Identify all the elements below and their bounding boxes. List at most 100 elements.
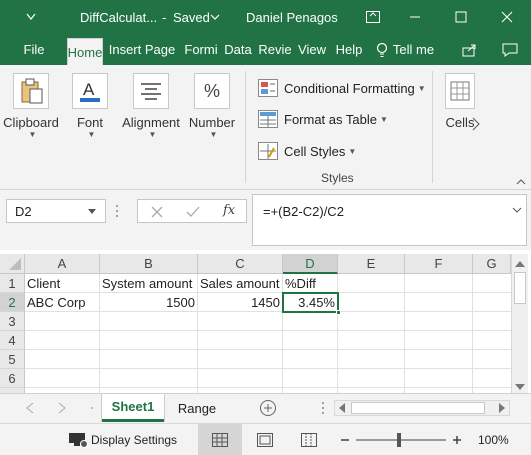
name-box[interactable]: D2	[6, 199, 106, 223]
ribbon-scroll-right-icon[interactable]	[471, 117, 481, 131]
scroll-up-icon[interactable]	[515, 261, 525, 267]
tab-review[interactable]: Revie	[258, 34, 292, 65]
zoom-level[interactable]: 100%	[478, 433, 509, 447]
display-settings-label: Display Settings	[91, 433, 178, 447]
vertical-scrollbar[interactable]	[511, 254, 528, 393]
add-sheet-icon[interactable]	[259, 399, 277, 417]
font-label: Font	[76, 115, 103, 130]
formula-actions: fx	[137, 199, 247, 223]
zoom-out-icon[interactable]	[340, 435, 350, 445]
column-header-f[interactable]: F	[405, 254, 473, 274]
page-break-view-button[interactable]	[294, 424, 324, 455]
user-name[interactable]: Daniel Penagos	[246, 0, 338, 34]
zoom-slider-thumb[interactable]	[397, 433, 401, 447]
chevron-down-icon[interactable]	[88, 209, 96, 215]
cell-c1[interactable]: Sales amount	[198, 274, 283, 293]
row-header-4[interactable]: 4	[0, 331, 25, 350]
scroll-down-icon[interactable]	[515, 384, 525, 390]
tab-home[interactable]: Home	[67, 38, 103, 65]
sheet-tab-range[interactable]: Range	[168, 394, 226, 422]
share-icon[interactable]	[458, 34, 482, 65]
font-button[interactable]: A Font ▼	[64, 73, 116, 139]
sheet-bar-splitter-icon[interactable]	[320, 400, 326, 416]
sheet-tabs-more-icon[interactable]	[88, 403, 96, 413]
tab-data[interactable]: Data	[224, 34, 252, 65]
cell-styles-button[interactable]: Cell Styles ▼	[258, 140, 356, 162]
column-header-d[interactable]: D	[283, 254, 338, 274]
page-layout-view-button[interactable]	[250, 424, 280, 455]
tab-file[interactable]: File	[20, 34, 48, 65]
minimize-icon[interactable]	[392, 0, 438, 34]
display-settings-button[interactable]: Display Settings	[68, 431, 177, 449]
cell-styles-label: Cell Styles	[284, 143, 346, 159]
cancel-icon[interactable]	[151, 206, 163, 218]
vertical-scroll-thumb[interactable]	[514, 272, 526, 304]
sheet-tab-sheet1[interactable]: Sheet1	[102, 394, 164, 422]
enter-check-icon[interactable]	[186, 206, 200, 218]
cell-a1[interactable]: Client	[25, 274, 100, 293]
insert-function-icon[interactable]: fx	[223, 203, 235, 218]
chevron-down-icon: ▼	[28, 130, 37, 139]
number-button[interactable]: % Number ▼	[187, 73, 237, 139]
expand-formula-bar-icon[interactable]	[512, 206, 522, 214]
ribbon-divider	[432, 71, 433, 183]
column-header-a[interactable]: A	[25, 254, 100, 274]
scroll-right-icon[interactable]	[499, 403, 505, 413]
select-all-corner[interactable]	[0, 254, 25, 274]
cell-b2[interactable]: 1500	[100, 293, 198, 312]
comments-icon[interactable]	[498, 34, 522, 65]
cell-a2[interactable]: ABC Corp	[25, 293, 100, 312]
normal-view-button[interactable]	[198, 424, 242, 455]
save-status-chevron-icon[interactable]	[208, 0, 222, 34]
horizontal-scroll-thumb[interactable]	[351, 402, 485, 414]
row-header-1[interactable]: 1	[0, 274, 25, 293]
row-header-3[interactable]: 3	[0, 312, 25, 331]
next-sheet-icon[interactable]	[58, 403, 66, 413]
collapse-ribbon-icon[interactable]	[516, 175, 526, 185]
tab-view[interactable]: View	[298, 34, 326, 65]
formula-bar-resize-handle[interactable]	[114, 202, 120, 220]
title-bar: DiffCalculat... - Saved Daniel Penagos	[0, 0, 531, 34]
tab-insert[interactable]: Insert	[108, 34, 142, 65]
clipboard-icon	[13, 73, 49, 109]
format-as-table-button[interactable]: Format as Table ▼	[258, 108, 388, 130]
column-header-g[interactable]: G	[473, 254, 511, 274]
maximize-icon[interactable]	[438, 0, 484, 34]
close-icon[interactable]	[484, 0, 530, 34]
formula-input[interactable]: =+(B2-C2)/C2	[252, 194, 527, 246]
previous-sheet-icon[interactable]	[26, 403, 34, 413]
worksheet-grid[interactable]: A B C D E F G 1 2 3 4 5 6 7 Client Syste…	[0, 250, 531, 393]
ribbon-display-options-icon[interactable]	[350, 0, 396, 34]
format-as-table-label: Format as Table	[284, 111, 377, 127]
column-header-e[interactable]: E	[338, 254, 405, 274]
fill-handle[interactable]	[336, 310, 341, 315]
cell-c2[interactable]: 1450	[198, 293, 283, 312]
row-header-5[interactable]: 5	[0, 350, 25, 369]
conditional-formatting-button[interactable]: Conditional Formatting ▼	[258, 77, 426, 99]
save-status: Saved	[173, 9, 210, 25]
styles-group-label: Styles	[321, 171, 354, 185]
zoom-in-icon[interactable]	[452, 435, 462, 445]
row-header-6[interactable]: 6	[0, 369, 25, 388]
alignment-button[interactable]: Alignment ▼	[118, 73, 184, 139]
chevron-down-icon: ▼	[209, 130, 218, 139]
zoom-slider[interactable]	[356, 433, 446, 447]
tab-formulas[interactable]: Formi	[184, 34, 218, 65]
tab-help[interactable]: Help	[334, 34, 364, 65]
scroll-left-icon[interactable]	[339, 403, 345, 413]
cell-b1[interactable]: System amount	[100, 274, 198, 293]
row-header-2[interactable]: 2	[0, 293, 25, 312]
quick-access-more-icon[interactable]	[16, 0, 46, 34]
clipboard-button[interactable]: Clipboard ▼	[3, 73, 59, 139]
column-header-c[interactable]: C	[198, 254, 283, 274]
chevron-down-icon: ▼	[417, 83, 426, 93]
font-color-icon: A	[72, 73, 108, 109]
tab-page-layout[interactable]: Page	[145, 34, 175, 65]
column-header-b[interactable]: B	[100, 254, 198, 274]
document-name[interactable]: DiffCalculat...	[80, 0, 157, 34]
horizontal-scrollbar[interactable]	[334, 400, 510, 416]
chevron-down-icon: ▼	[379, 114, 388, 124]
tell-me-box[interactable]: Tell me	[372, 34, 438, 65]
title-separator: -	[162, 9, 167, 25]
cell-d1[interactable]: %Diff	[283, 274, 338, 293]
